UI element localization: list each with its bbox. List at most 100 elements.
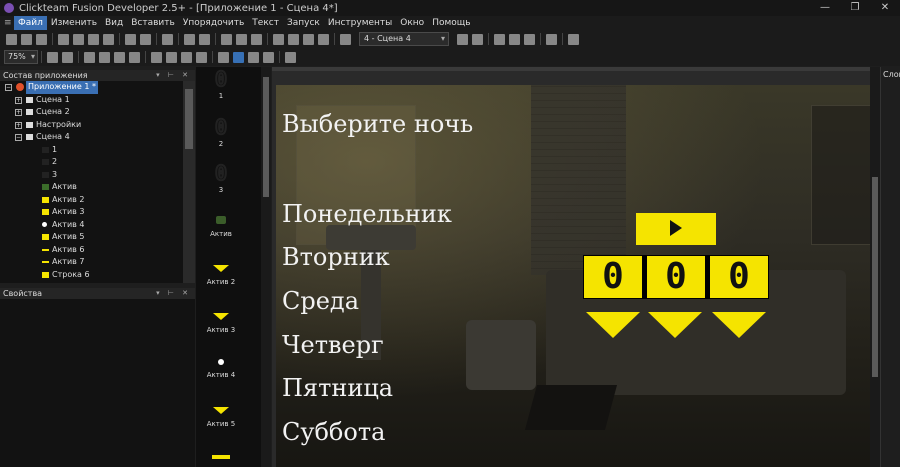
scene-icon[interactable]	[340, 33, 351, 45]
frame-editor[interactable]: Выберите ночь Понедельник Вторник Среда …	[272, 67, 880, 467]
cut-icon[interactable]	[58, 33, 69, 45]
down-arrow-1-icon[interactable]	[586, 312, 640, 338]
tree-item[interactable]: − Сцена 4	[0, 131, 183, 144]
grid-settings-icon[interactable]	[84, 51, 95, 63]
frame-editor-icon[interactable]	[236, 33, 247, 45]
tree-item[interactable]: + Сцена 2	[0, 106, 183, 119]
save-icon[interactable]	[36, 33, 47, 45]
close-button[interactable]: ✕	[870, 0, 900, 16]
object-bar-item[interactable]: Актив 5	[196, 399, 246, 428]
expand-toggle-icon[interactable]: −	[15, 134, 22, 141]
scrollbar-thumb[interactable]	[872, 177, 878, 377]
scrollbar-thumb[interactable]	[263, 77, 269, 197]
layers-tab[interactable]: Слои	[881, 67, 900, 82]
search-icon[interactable]	[285, 51, 296, 63]
play-button[interactable]	[636, 213, 716, 245]
menu-view[interactable]: Вид	[101, 16, 127, 30]
night-tuesday[interactable]: Вторник	[282, 243, 390, 271]
delete-icon[interactable]	[103, 33, 114, 45]
grid-icon[interactable]	[47, 51, 58, 63]
tree-item[interactable]: Строка 6	[0, 269, 183, 282]
align-right-icon[interactable]	[248, 51, 259, 63]
night-monday[interactable]: Понедельник	[282, 200, 452, 228]
help-icon[interactable]	[162, 33, 173, 45]
down-arrow-2-icon[interactable]	[648, 312, 702, 338]
tree-item[interactable]: Актив 4	[0, 219, 183, 232]
event-editor-icon[interactable]	[251, 33, 262, 45]
redo-icon[interactable]	[140, 33, 151, 45]
align-icon[interactable]	[509, 33, 520, 45]
object-bar-item[interactable]: 02	[196, 116, 246, 148]
object-bar-item[interactable]: Актив	[196, 210, 246, 238]
expand-toggle-icon[interactable]: +	[15, 121, 22, 129]
tree-item[interactable]: + Настройки	[0, 119, 183, 132]
night-thursday[interactable]: Четверг	[282, 331, 384, 359]
new-file-icon[interactable]	[6, 33, 17, 45]
panel-controls-icon[interactable]: ▾ ⊢ ✕	[156, 288, 191, 299]
snap-icon[interactable]	[62, 51, 73, 63]
italic-icon[interactable]	[166, 51, 177, 63]
forward-icon[interactable]	[199, 33, 210, 45]
digit-3[interactable]: 0	[710, 256, 768, 298]
night-friday[interactable]: Пятница	[282, 374, 393, 402]
text-options-icon[interactable]	[196, 51, 207, 63]
align-justify-icon[interactable]	[263, 51, 274, 63]
data-elements-icon[interactable]	[288, 33, 299, 45]
view-mode-icon[interactable]	[524, 33, 535, 45]
minimize-button[interactable]: —	[810, 0, 840, 16]
night-saturday[interactable]: Суббота	[282, 418, 385, 446]
tree-item[interactable]: Актив	[0, 181, 183, 194]
scene-selector[interactable]: 4 - Сцена 4	[359, 32, 449, 46]
tree-item[interactable]: 2	[0, 156, 183, 169]
prev-scene-icon[interactable]	[457, 33, 468, 45]
object-bar-scrollbar[interactable]	[261, 67, 271, 467]
tree-item[interactable]: Актив 7	[0, 256, 183, 269]
digit-2[interactable]: 0	[647, 256, 705, 298]
storyboard-icon[interactable]	[221, 33, 232, 45]
tree-item[interactable]: 3	[0, 169, 183, 182]
object-bar-item[interactable]: 03	[196, 162, 246, 194]
frame-scrollbar[interactable]	[870, 67, 880, 467]
menu-window[interactable]: Окно	[396, 16, 428, 30]
digit-1[interactable]: 0	[584, 256, 642, 298]
tree-item[interactable]: − Приложение 1 *	[0, 81, 183, 94]
object-bar-item[interactable]: Актив 2	[196, 257, 246, 286]
tree-item[interactable]: Актив 3	[0, 206, 183, 219]
object-bar-item[interactable]: 01	[196, 68, 246, 100]
zoom-selector[interactable]: 75%	[4, 50, 38, 64]
frame-view-icon[interactable]	[318, 33, 329, 45]
comment-icon[interactable]	[568, 33, 579, 45]
align-left-icon[interactable]	[218, 51, 229, 63]
panel-controls-icon[interactable]: ▾ ⊢ ✕	[156, 70, 191, 81]
expand-toggle-icon[interactable]: −	[5, 84, 12, 91]
columns-icon[interactable]	[114, 51, 125, 63]
tree-item[interactable]: Актив 6	[0, 244, 183, 257]
workspace-scrollbar[interactable]	[183, 81, 195, 283]
menu-edit[interactable]: Изменить	[47, 16, 101, 30]
grid-select-icon[interactable]	[494, 33, 505, 45]
copy-icon[interactable]	[73, 33, 84, 45]
open-folder-icon[interactable]	[21, 33, 32, 45]
menu-run[interactable]: Запуск	[283, 16, 324, 30]
menu-file[interactable]: Файл	[14, 16, 47, 30]
back-icon[interactable]	[184, 33, 195, 45]
underline-icon[interactable]	[181, 51, 192, 63]
tree-item[interactable]: Актив 5	[0, 231, 183, 244]
table-icon[interactable]	[99, 51, 110, 63]
menu-tools[interactable]: Инструменты	[324, 16, 396, 30]
scrollbar-thumb[interactable]	[185, 89, 193, 149]
menu-text[interactable]: Текст	[248, 16, 283, 30]
maximize-button[interactable]: ❐	[840, 0, 870, 16]
bold-icon[interactable]	[151, 51, 162, 63]
event-list-icon[interactable]	[273, 33, 284, 45]
undo-icon[interactable]	[125, 33, 136, 45]
menu-insert[interactable]: Вставить	[127, 16, 179, 30]
object-bar-item[interactable]: Актив 3	[196, 305, 246, 334]
menu-help[interactable]: Помощь	[428, 16, 474, 30]
next-scene-icon[interactable]	[472, 33, 483, 45]
expand-toggle-icon[interactable]: +	[15, 96, 22, 104]
toggle-icon[interactable]	[546, 33, 557, 45]
align-center-icon[interactable]	[233, 51, 244, 63]
layout-icon[interactable]	[303, 33, 314, 45]
paste-icon[interactable]	[88, 33, 99, 45]
